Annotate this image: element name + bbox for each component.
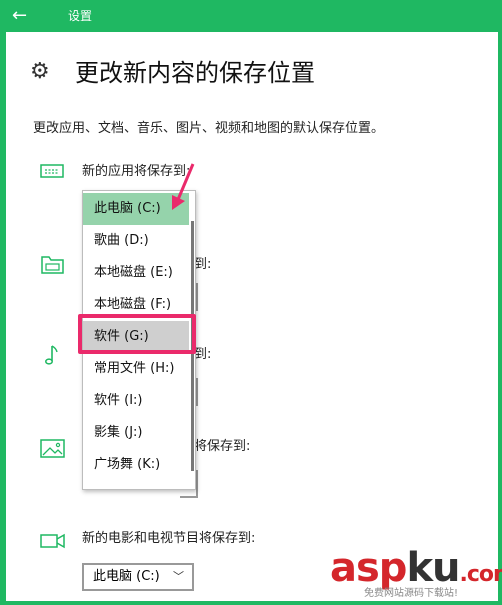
annotation-arrow-icon: [172, 163, 195, 210]
window-border-bottom: [0, 601, 502, 605]
videos-location-dropdown[interactable]: 此电脑 (C:) ﹀: [82, 563, 194, 591]
pictures-save-label: 将保存到:: [194, 439, 251, 454]
videos-save-label: 新的电影和电视节目将保存到:: [82, 531, 256, 546]
window-title: 设置: [68, 9, 93, 23]
page-description: 更改应用、文档、音乐、图片、视频和地图的默认保存位置。: [33, 121, 385, 136]
monitor-icon: [40, 164, 64, 178]
drive-option[interactable]: 常用文件 (H:): [83, 353, 189, 385]
chevron-down-icon: ﹀: [173, 570, 184, 583]
documents-save-label: 到:: [194, 257, 212, 272]
video-camera-icon: [40, 533, 65, 549]
drive-option[interactable]: 软件 (I:): [83, 385, 189, 417]
back-button[interactable]: ←: [12, 4, 56, 28]
videos-location-value: 此电脑 (C:): [93, 569, 160, 584]
back-arrow-icon: ←: [12, 5, 28, 26]
drive-option[interactable]: 广场舞 (K:): [83, 449, 189, 481]
title-bar: ← 设置: [0, 0, 502, 32]
music-note-icon: [45, 345, 58, 365]
annotation-highlight-box: [78, 314, 196, 354]
page-title: 更改新内容的保存位置: [75, 59, 315, 87]
music-save-label: 到:: [194, 347, 212, 362]
drive-option[interactable]: 歌曲 (D:): [83, 225, 189, 257]
watermark-tagline: 免费网站源码下载站!: [364, 588, 459, 599]
picture-icon: [40, 439, 65, 458]
window-border-left: [0, 32, 6, 605]
window-border-right: [498, 32, 502, 605]
drive-option[interactable]: 本地磁盘 (E:): [83, 257, 189, 289]
drive-option[interactable]: 影集 (J:): [83, 417, 189, 449]
folder-drive-icon: [41, 256, 64, 274]
gear-icon: ⚙: [30, 59, 50, 84]
